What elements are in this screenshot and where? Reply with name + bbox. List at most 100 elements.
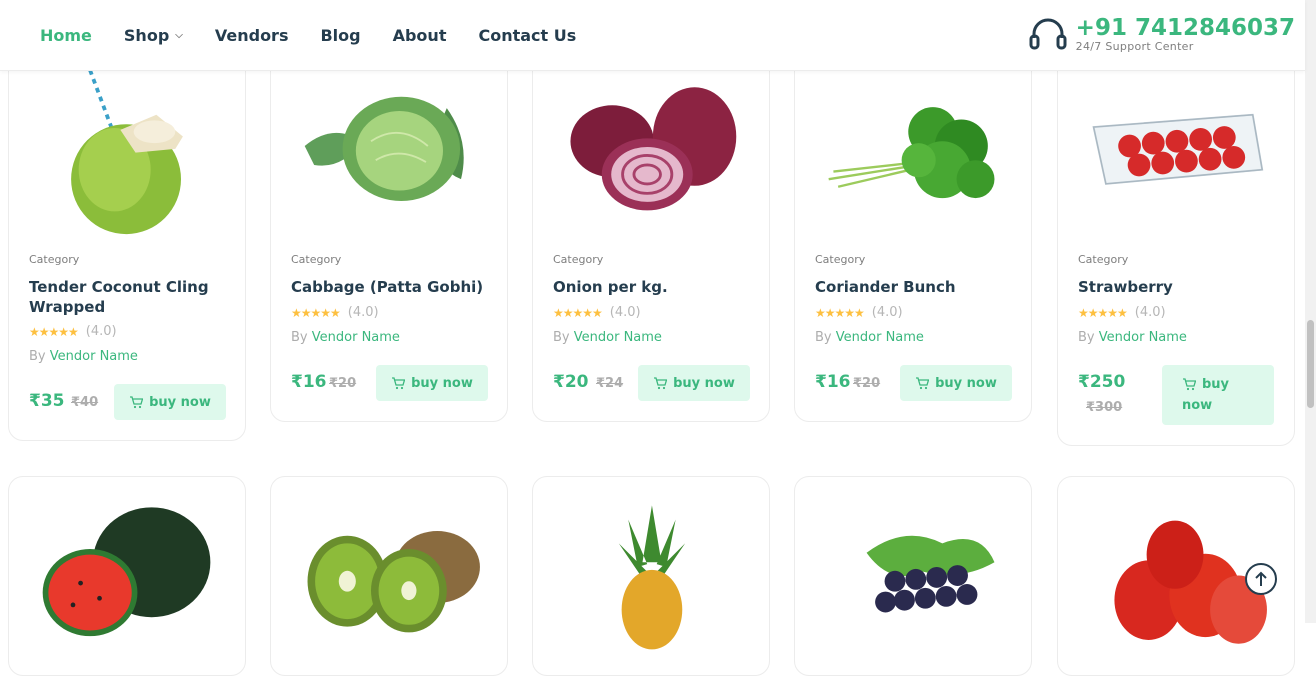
buy-now-line: buy: [1182, 377, 1229, 392]
headset-icon: [1029, 18, 1067, 50]
rating-value: (4.0): [871, 305, 903, 320]
buy-now-label: buy now: [935, 375, 997, 391]
buy-now-label: buy now: [673, 375, 735, 391]
product-card[interactable]: [794, 476, 1032, 676]
product-image-pineapple[interactable]: [533, 477, 769, 657]
nav-item-shop[interactable]: Shop ⌵: [124, 26, 183, 45]
cart-icon: [916, 376, 930, 389]
rating-value: (4.0): [1134, 305, 1166, 320]
product-rating: ★★★★★ (4.0): [553, 305, 641, 320]
product-title[interactable]: Onion per kg.: [553, 277, 749, 297]
support-text: +91 7412846037 24/7 Support Center: [1076, 16, 1295, 53]
product-old-price: ₹20: [853, 376, 881, 391]
vendor-prefix: By: [29, 349, 46, 364]
product-category: Category: [291, 253, 342, 266]
product-image-coconut[interactable]: [9, 56, 245, 236]
product-title[interactable]: Cabbage (Patta Gobhi): [291, 277, 487, 297]
product-title[interactable]: Tender Coconut Cling Wrapped: [29, 277, 225, 317]
arrow-up-icon: [1255, 571, 1267, 586]
nav-item-vendors[interactable]: Vendors: [215, 26, 289, 45]
product-card[interactable]: [532, 476, 770, 676]
star-rating-icon: ★★★★★: [553, 305, 603, 320]
support-phone[interactable]: +91 7412846037: [1076, 16, 1295, 40]
star-rating-icon: ★★★★★: [815, 305, 865, 320]
vendor-link[interactable]: Vendor Name: [574, 330, 662, 345]
nav-label: Shop: [123, 26, 170, 45]
buy-now-button[interactable]: buy now: [114, 384, 226, 420]
back-to-top-button[interactable]: [1245, 563, 1277, 595]
product-price: ₹16: [815, 372, 851, 392]
nav-label: Home: [40, 26, 92, 45]
product-old-price: ₹300: [1086, 400, 1123, 415]
product-vendor: By Vendor Name: [29, 349, 138, 364]
product-image-coriander[interactable]: [795, 56, 1031, 236]
product-old-price: ₹40: [71, 395, 99, 410]
rating-value: (4.0): [609, 305, 641, 320]
cart-icon: [130, 395, 144, 408]
chevron-down-icon: ⌵: [175, 30, 183, 41]
cart-icon: [392, 376, 406, 389]
product-vendor: By Vendor Name: [815, 330, 924, 345]
nav-label: Vendors: [214, 26, 289, 45]
product-image-watermelon[interactable]: [9, 477, 245, 657]
vendor-prefix: By: [553, 330, 570, 345]
nav-item-blog[interactable]: Blog: [320, 26, 360, 45]
product-vendor: By Vendor Name: [553, 330, 662, 345]
support-subtitle: 24/7 Support Center: [1075, 39, 1194, 53]
product-card[interactable]: Category Tender Coconut Cling Wrapped ★★…: [8, 55, 246, 441]
product-card[interactable]: Category Cabbage (Patta Gobhi) ★★★★★ (4.0…: [270, 55, 508, 422]
buy-now-button[interactable]: buy now: [1162, 365, 1274, 425]
buy-now-button[interactable]: buy now: [376, 365, 488, 401]
product-card[interactable]: Category Strawberry ★★★★★ (4.0) By Vendor…: [1057, 55, 1295, 446]
product-image-kiwi[interactable]: [271, 477, 507, 657]
vendor-link[interactable]: Vendor Name: [312, 330, 400, 345]
product-card[interactable]: Category Coriander Bunch ★★★★★ (4.0) By V…: [794, 55, 1032, 422]
product-image-cabbage[interactable]: [271, 56, 507, 236]
product-grid: Category Tender Coconut Cling Wrapped ★★…: [0, 0, 1305, 676]
product-card[interactable]: Category Onion per kg. ★★★★★ (4.0) By Ven…: [532, 55, 770, 422]
site-header: Home Shop ⌵ Vendors Blog About Contact Us…: [0, 0, 1305, 71]
vendor-prefix: By: [1078, 330, 1095, 345]
product-image-strawberry[interactable]: [1058, 56, 1294, 236]
product-vendor: By Vendor Name: [291, 330, 400, 345]
vendor-prefix: By: [291, 330, 308, 345]
star-rating-icon: ★★★★★: [291, 305, 341, 320]
star-rating-icon: ★★★★★: [1078, 305, 1128, 320]
product-rating: ★★★★★ (4.0): [29, 324, 117, 339]
product-image-grapes[interactable]: [795, 477, 1031, 657]
vendor-link[interactable]: Vendor Name: [1099, 330, 1187, 345]
nav-item-about[interactable]: About: [393, 26, 447, 45]
product-price: ₹35: [29, 391, 65, 411]
buy-now-label: buy now: [149, 394, 211, 410]
cart-icon: [654, 376, 668, 389]
product-card[interactable]: [270, 476, 508, 676]
scrollbar-thumb[interactable]: [1307, 320, 1314, 408]
page-scrollbar[interactable]: [1305, 0, 1316, 623]
nav-label: Blog: [320, 26, 361, 45]
product-category: Category: [553, 253, 604, 266]
product-image-onion[interactable]: [533, 56, 769, 236]
product-title[interactable]: Strawberry: [1078, 277, 1274, 297]
cart-icon: [1183, 378, 1196, 391]
buy-now-button[interactable]: buy now: [900, 365, 1012, 401]
product-rating: ★★★★★ (4.0): [291, 305, 379, 320]
product-title[interactable]: Coriander Bunch: [815, 277, 1011, 297]
product-price: ₹250: [1078, 372, 1126, 392]
vendor-link[interactable]: Vendor Name: [50, 349, 138, 364]
product-card[interactable]: [8, 476, 246, 676]
product-vendor: By Vendor Name: [1078, 330, 1187, 345]
main-nav: Home Shop ⌵ Vendors Blog About Contact Us: [40, 0, 608, 71]
nav-item-home[interactable]: Home: [40, 26, 92, 45]
product-category: Category: [29, 253, 80, 266]
product-rating: ★★★★★ (4.0): [815, 305, 903, 320]
support-block[interactable]: +91 7412846037 24/7 Support Center: [1028, 14, 1295, 54]
buy-now-button[interactable]: buy now: [638, 365, 750, 401]
vendor-link[interactable]: Vendor Name: [836, 330, 924, 345]
product-old-price: ₹20: [329, 376, 357, 391]
nav-label: About: [392, 26, 447, 45]
product-price: ₹16: [291, 372, 327, 392]
product-old-price: ₹24: [596, 376, 624, 391]
nav-item-contact[interactable]: Contact Us: [478, 26, 576, 45]
vendor-prefix: By: [815, 330, 832, 345]
buy-now-label-2: now: [1182, 398, 1213, 413]
